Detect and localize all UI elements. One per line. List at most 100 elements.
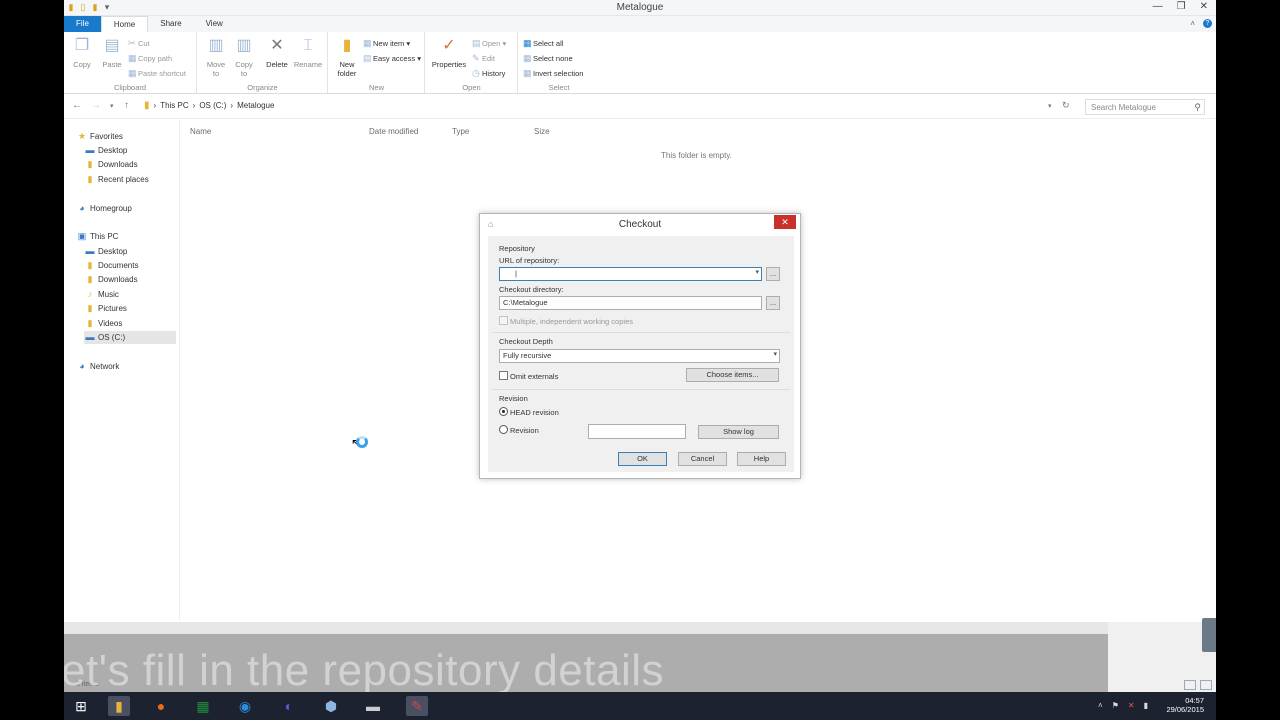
spreadsheet-taskbar-icon[interactable]: ▦ bbox=[192, 696, 214, 716]
help-icon[interactable]: ? bbox=[1203, 19, 1212, 28]
chevron-up-icon[interactable]: ˄ bbox=[1190, 19, 1195, 28]
nav-music[interactable]: ♪ Music bbox=[84, 288, 119, 301]
nav-recent-places[interactable]: ▮ Recent places bbox=[84, 173, 149, 186]
nav-network[interactable]: ◕ Network bbox=[76, 360, 119, 373]
help-button[interactable]: Help bbox=[737, 452, 786, 466]
cut-button[interactable]: ✂ Cut bbox=[128, 37, 150, 49]
view-toggle bbox=[1184, 680, 1212, 690]
tab-view[interactable]: View bbox=[194, 16, 235, 32]
new-folder-label: New folder bbox=[337, 60, 357, 78]
crumb-metalogue[interactable]: Metalogue bbox=[237, 101, 274, 110]
nav-homegroup[interactable]: ◕ Homegroup bbox=[76, 202, 132, 215]
nav-pc-downloads[interactable]: ▮ Downloads bbox=[84, 273, 138, 286]
copy-to-button[interactable]: ▥ Copy to bbox=[230, 36, 258, 78]
revision-radio[interactable] bbox=[499, 425, 508, 434]
volume-muted-icon[interactable]: ✕ bbox=[1128, 701, 1135, 710]
close-window-button[interactable]: ✕ bbox=[1200, 1, 1208, 12]
choose-items-button[interactable]: Choose items... bbox=[686, 368, 779, 382]
copy-button[interactable]: ❐ Copy bbox=[68, 36, 96, 69]
ok-button[interactable]: OK bbox=[618, 452, 667, 466]
side-widget-icon[interactable] bbox=[1202, 618, 1216, 652]
chevron-up-icon[interactable]: ˄ bbox=[1098, 701, 1103, 710]
checkout-dir-input[interactable]: C:\Metalogue bbox=[499, 296, 762, 310]
tortoise-taskbar-icon[interactable]: ✎ bbox=[406, 696, 428, 716]
chevron-right-icon[interactable]: › bbox=[230, 101, 233, 110]
search-input[interactable]: Search Metalogue ⚲ bbox=[1085, 99, 1205, 115]
properties-button[interactable]: ✓ Properties bbox=[430, 36, 468, 69]
back-icon[interactable]: ← bbox=[72, 100, 82, 111]
open-button[interactable]: ▤Open ▾ bbox=[472, 37, 506, 49]
chevron-down-icon[interactable]: ▾ bbox=[773, 351, 777, 359]
copy-path-button[interactable]: ▦Copy path bbox=[128, 52, 172, 64]
file-explorer-taskbar-icon[interactable]: ▮ bbox=[108, 696, 130, 716]
crumb-os-c[interactable]: OS (C:) bbox=[199, 101, 226, 110]
dialog-close-button[interactable]: ✕ bbox=[774, 215, 796, 229]
new-item-button[interactable]: ▦New item ▾ bbox=[363, 37, 410, 49]
edit-button[interactable]: ✎ Edit bbox=[472, 52, 495, 64]
column-name[interactable]: Name bbox=[190, 127, 211, 136]
teamviewer-taskbar-icon[interactable]: ◉ bbox=[234, 696, 256, 716]
omit-externals-checkbox[interactable] bbox=[499, 371, 508, 380]
terminal-taskbar-icon[interactable]: ▬ bbox=[362, 696, 384, 716]
minimize-button[interactable]: — bbox=[1153, 1, 1163, 12]
paste-button[interactable]: ▤ Paste bbox=[98, 36, 126, 69]
start-button[interactable]: ⊞ bbox=[70, 696, 92, 716]
nav-favorites[interactable]: ★ Favorites bbox=[76, 130, 123, 143]
network-tray-icon[interactable]: ▮ bbox=[1144, 701, 1148, 710]
chevron-right-icon[interactable]: › bbox=[193, 101, 196, 110]
easy-access-button[interactable]: ▤Easy access ▾ bbox=[363, 52, 421, 64]
recent-locations-icon[interactable]: ▾ bbox=[110, 102, 114, 110]
invert-selection-button[interactable]: ▦Invert selection bbox=[523, 67, 583, 79]
revision-input[interactable] bbox=[588, 424, 686, 439]
browse-url-button[interactable]: ... bbox=[766, 267, 780, 281]
forward-icon[interactable]: → bbox=[91, 100, 101, 111]
nav-videos[interactable]: ▮ Videos bbox=[84, 317, 123, 330]
rename-button[interactable]: ⌶ Rename bbox=[292, 36, 324, 69]
maximize-button[interactable]: ❐ bbox=[1177, 1, 1186, 12]
crumb-this-pc[interactable]: This PC bbox=[160, 101, 188, 110]
invert-selection-icon: ▦ bbox=[523, 68, 532, 78]
virtualbox-taskbar-icon[interactable]: ⬢ bbox=[320, 696, 342, 716]
search-placeholder: Search Metalogue bbox=[1091, 103, 1156, 112]
depth-select[interactable]: Fully recursive ▾ bbox=[499, 349, 780, 363]
paste-shortcut-button[interactable]: ▦Paste shortcut bbox=[128, 67, 186, 79]
action-center-icon[interactable]: ⚑ bbox=[1112, 701, 1119, 710]
column-date-modified[interactable]: Date modified bbox=[369, 127, 418, 136]
select-none-button[interactable]: ▦Select none bbox=[523, 52, 573, 64]
select-all-button[interactable]: ▦Select all bbox=[523, 37, 563, 49]
tab-home[interactable]: Home bbox=[100, 16, 149, 32]
up-icon[interactable]: ↑ bbox=[124, 100, 129, 111]
tab-file[interactable]: File bbox=[64, 16, 101, 32]
large-icons-view-icon[interactable] bbox=[1200, 680, 1212, 690]
clock[interactable]: 04:57 29/06/2015 bbox=[1166, 696, 1204, 714]
eclipse-taskbar-icon[interactable]: ◐ bbox=[278, 696, 300, 716]
cancel-button[interactable]: Cancel bbox=[678, 452, 727, 466]
nav-fav-desktop[interactable]: ▬ Desktop bbox=[84, 144, 128, 157]
details-view-icon[interactable] bbox=[1184, 680, 1196, 690]
chevron-down-icon[interactable]: ▾ bbox=[755, 269, 759, 277]
nav-pictures[interactable]: ▮ Pictures bbox=[84, 302, 127, 315]
browse-dir-button[interactable]: ... bbox=[766, 296, 780, 310]
copy-to-label: Copy to bbox=[235, 60, 253, 78]
new-folder-button[interactable]: ▮ New folder bbox=[333, 36, 361, 78]
nav-this-pc[interactable]: ▣ This PC bbox=[76, 230, 119, 243]
address-dropdown-icon[interactable]: ▾ bbox=[1048, 102, 1052, 110]
firefox-taskbar-icon[interactable]: ● bbox=[150, 696, 172, 716]
head-revision-radio[interactable] bbox=[499, 407, 508, 416]
multiple-copies-checkbox[interactable] bbox=[499, 316, 508, 325]
nav-recent-places-label: Recent places bbox=[98, 175, 149, 184]
move-to-button[interactable]: ▥ Move to bbox=[202, 36, 230, 78]
url-combobox[interactable]: | ▾ bbox=[499, 267, 762, 281]
column-size[interactable]: Size bbox=[534, 127, 550, 136]
column-type[interactable]: Type bbox=[452, 127, 469, 136]
history-button[interactable]: ◷ History bbox=[472, 67, 505, 79]
nav-os-c[interactable]: ▬ OS (C:) bbox=[84, 331, 176, 344]
nav-pc-desktop[interactable]: ▬ Desktop bbox=[84, 245, 128, 258]
nav-fav-downloads[interactable]: ▮ Downloads bbox=[84, 158, 138, 171]
refresh-icon[interactable]: ↻ bbox=[1062, 100, 1070, 111]
show-log-button[interactable]: Show log bbox=[698, 425, 779, 439]
delete-button[interactable]: ✕ Delete bbox=[261, 36, 293, 69]
tab-share[interactable]: Share bbox=[148, 16, 193, 32]
nav-documents[interactable]: ▮ Documents bbox=[84, 259, 139, 272]
nav-this-pc-label: This PC bbox=[90, 232, 119, 241]
